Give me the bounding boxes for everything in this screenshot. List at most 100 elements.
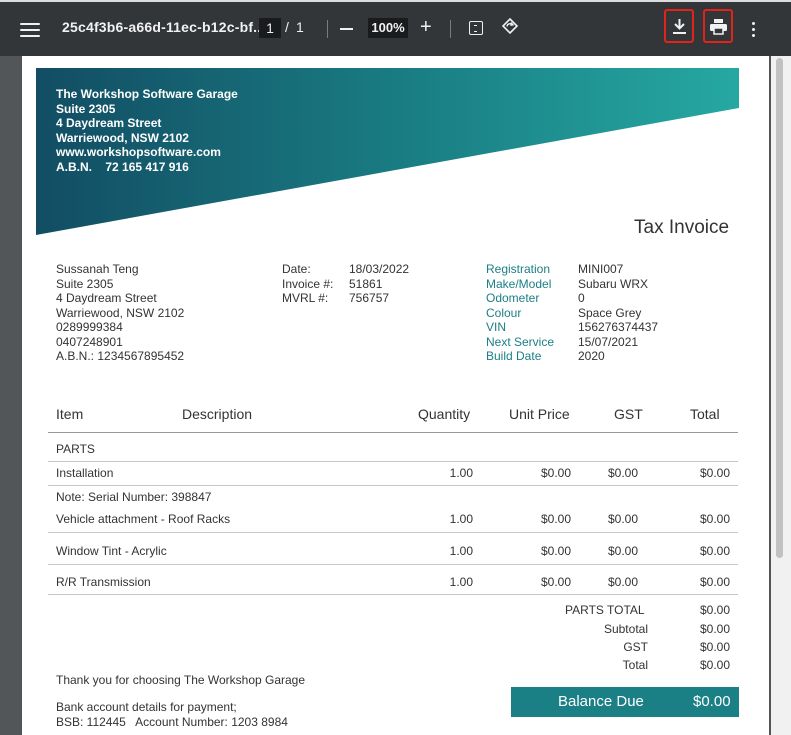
company-abn-value: 72 165 417 916	[105, 159, 189, 174]
next-service-label: Next Service	[486, 334, 555, 349]
line-item-quantity: 1.00	[449, 544, 473, 558]
subtotal-label: Subtotal	[603, 622, 648, 636]
thank-you-message: Thank you for choosing The Workshop Gara…	[56, 673, 306, 687]
page-separator: /	[285, 19, 289, 35]
column-header-unit-price: Unit Price	[509, 406, 570, 422]
line-item-description: Vehicle attachment - Roof Racks	[56, 512, 231, 526]
company-address-line: 4 Daydream Street	[56, 116, 162, 130]
pdf-page: The Workshop Software Garage Suite 2305 …	[22, 56, 769, 735]
build-date-label: Build Date	[486, 349, 542, 363]
odometer-label: Odometer	[486, 291, 540, 305]
customer-phone: 0407248901	[56, 334, 123, 349]
subtotal-value: $0.00	[699, 622, 730, 636]
document-title: Tax Invoice	[634, 217, 730, 238]
invoice-number-label: Invoice #:	[282, 276, 334, 291]
row-divider	[48, 461, 738, 462]
row-divider	[48, 485, 738, 486]
line-item-description: Installation	[56, 466, 114, 480]
customer-address-line: 4 Daydream Street	[56, 291, 157, 305]
download-button[interactable]	[664, 9, 694, 43]
page-number-input[interactable]: 1	[259, 18, 281, 38]
line-item-gst: $0.00	[607, 466, 638, 480]
vehicle-labels: Registration Make/Model Odometer Colour …	[486, 262, 554, 364]
column-header-item: Item	[56, 406, 84, 422]
line-item-total: $0.00	[699, 466, 730, 480]
vehicle-values: MINI007 Subaru WRX 0 Space Grey 15627637…	[578, 262, 658, 364]
pdf-toolbar: 25c4f3b6-a66d-11ec-b12c-bf... 1 / 1 100%…	[0, 0, 791, 56]
line-item-quantity: 1.00	[449, 466, 473, 480]
total-label: Total	[622, 658, 648, 672]
invoice-meta-values: 18/03/2022 51861 756757	[349, 262, 409, 306]
toolbar-divider	[327, 20, 328, 38]
customer-address-line: Warriewood, NSW 2102	[56, 305, 185, 320]
column-header-total: Total	[690, 406, 720, 422]
scrollbar[interactable]	[771, 56, 791, 735]
company-address-line: Warriewood, NSW 2102	[56, 130, 189, 145]
scrollbar-thumb[interactable]	[776, 58, 783, 558]
parts-total-value: $0.00	[699, 603, 730, 617]
bank-details-label: Bank account details for payment;	[56, 700, 237, 714]
fit-page-icon[interactable]	[469, 21, 483, 35]
registration-value: MINI007	[578, 262, 624, 276]
company-abn: A.B.N. 72 165 417 916	[56, 160, 238, 175]
row-divider	[48, 594, 738, 595]
vin-value: 156276374437	[578, 320, 659, 334]
rotate-icon[interactable]	[501, 17, 519, 40]
make-model-value: Subaru WRX	[578, 276, 649, 291]
line-item-description: Window Tint - Acrylic	[56, 544, 167, 558]
bank-details: BSB: 112445 Account Number: 1203 8984	[56, 715, 288, 729]
vin-label: VIN	[486, 320, 507, 334]
minus-icon[interactable]	[340, 28, 353, 30]
more-options-icon[interactable]	[752, 22, 756, 40]
odometer-value: 0	[578, 291, 585, 305]
company-name: The Workshop Software Garage	[56, 87, 238, 101]
colour-label: Colour	[486, 305, 522, 320]
download-icon	[673, 19, 686, 34]
row-divider	[48, 532, 738, 533]
pdf-viewer: The Workshop Software Garage Suite 2305 …	[0, 56, 791, 735]
column-header-gst: GST	[614, 406, 643, 422]
company-address-line: Suite 2305	[56, 101, 116, 116]
make-model-label: Make/Model	[486, 276, 552, 291]
invoice-date: 18/03/2022	[349, 262, 410, 276]
mvrl-label: MVRL #:	[282, 291, 329, 305]
toolbar-divider	[450, 20, 451, 38]
gst-total-value: $0.00	[699, 640, 730, 654]
print-button[interactable]	[703, 9, 733, 43]
company-abn-label: A.B.N.	[56, 159, 92, 174]
page-total: 1	[296, 19, 304, 35]
zoom-input[interactable]: 100%	[368, 18, 408, 38]
line-item-total: $0.00	[699, 544, 730, 558]
invoice-meta-labels: Date: Invoice #: MVRL #:	[282, 262, 333, 306]
customer-phone: 0289999384	[56, 320, 123, 334]
row-divider	[48, 564, 738, 565]
line-item-gst: $0.00	[607, 544, 638, 558]
balance-due-label: Balance Due	[558, 693, 644, 710]
customer-abn: A.B.N.: 1234567895452	[56, 349, 185, 363]
date-label: Date:	[282, 262, 311, 276]
build-date-value: 2020	[578, 349, 605, 363]
line-item-gst: $0.00	[607, 575, 638, 589]
column-header-quantity: Quantity	[418, 406, 471, 422]
table-header-divider	[48, 432, 738, 433]
line-item-total: $0.00	[699, 575, 730, 589]
registration-label: Registration	[486, 262, 551, 276]
parts-total-label: PARTS TOTAL	[565, 603, 645, 617]
customer-details: Sussanah Teng Suite 2305 4 Daydream Stre…	[56, 262, 184, 364]
line-item-total: $0.00	[699, 512, 730, 526]
menu-icon[interactable]	[20, 20, 40, 38]
company-details: The Workshop Software Garage Suite 2305 …	[56, 87, 238, 174]
invoice-number: 51861	[349, 276, 383, 291]
customer-address-line: Suite 2305	[56, 276, 114, 291]
company-website: www.workshopsoftware.com	[56, 145, 221, 159]
column-header-description: Description	[182, 406, 253, 422]
customer-name: Sussanah Teng	[56, 262, 139, 276]
total-value: $0.00	[699, 658, 730, 672]
next-service-value: 15/07/2021	[578, 334, 639, 349]
line-item-gst: $0.00	[607, 512, 638, 526]
mvrl-number: 756757	[349, 291, 390, 305]
line-item-description: R/R Transmission	[56, 575, 151, 589]
plus-icon[interactable]: +	[420, 17, 432, 37]
print-icon	[710, 19, 727, 35]
balance-due-value: $0.00	[693, 693, 731, 710]
